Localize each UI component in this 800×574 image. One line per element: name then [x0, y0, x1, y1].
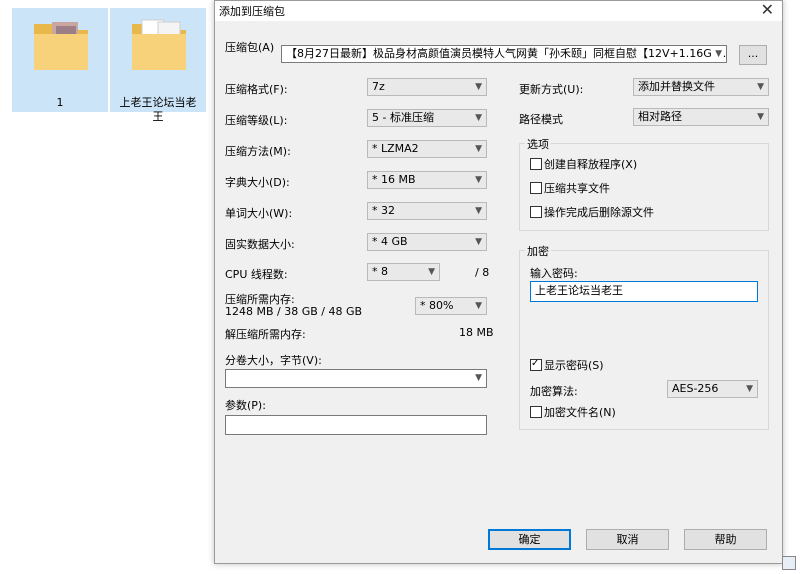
delete-label: 操作完成后删除源文件	[544, 206, 654, 219]
method-select[interactable]: * LZMA2 ▼	[367, 140, 487, 158]
params-label: 参数(P):	[225, 399, 266, 412]
decomp-label: 解压缩所需内存:	[225, 328, 306, 341]
cancel-button[interactable]: 取消	[586, 529, 669, 550]
format-select[interactable]: 7z ▼	[367, 78, 487, 96]
chevron-down-icon: ▼	[475, 373, 482, 383]
solid-select[interactable]: * 4 GB ▼	[367, 233, 487, 251]
dict-value: * 16 MB	[372, 173, 416, 186]
chevron-down-icon: ▼	[746, 384, 753, 394]
checkbox-box	[530, 357, 542, 371]
cpu-select[interactable]: * 8 ▼	[367, 263, 440, 281]
chevron-down-icon: ▼	[475, 82, 482, 92]
chevron-down-icon: ▼	[757, 112, 764, 122]
folder-label: 1	[56, 96, 64, 109]
enc-method-label: 加密算法:	[530, 385, 578, 398]
word-select[interactable]: * 32 ▼	[367, 202, 487, 220]
update-select[interactable]: 添加并替换文件 ▼	[633, 78, 769, 96]
show-password-label: 显示密码(S)	[544, 359, 604, 372]
checkbox-box	[530, 182, 542, 194]
encrypt-names-label: 加密文件名(N)	[544, 406, 616, 419]
desktop-folder-1[interactable]: 1	[12, 8, 108, 112]
chevron-down-icon: ▼	[475, 237, 482, 247]
split-label: 分卷大小，字节(V):	[225, 354, 322, 367]
level-select[interactable]: 5 - 标准压缩 ▼	[367, 109, 487, 127]
add-to-archive-dialog: 添加到压缩包 ✕ 压缩包(A) 【8月27日最新】极品身材高颜值演员模特人气网黄…	[214, 0, 783, 564]
word-label: 单词大小(W):	[225, 207, 293, 220]
title-bar: 添加到压缩包 ✕	[215, 0, 782, 21]
path-value: 相对路径	[638, 110, 682, 123]
word-value: * 32	[372, 204, 395, 217]
shared-checkbox[interactable]: 压缩共享文件	[530, 182, 610, 196]
cpu-label: CPU 线程数:	[225, 268, 288, 281]
resize-grip-icon[interactable]	[782, 556, 796, 570]
browse-button[interactable]: ...	[739, 45, 767, 65]
format-label: 压缩格式(F):	[225, 83, 288, 96]
path-select[interactable]: 相对路径 ▼	[633, 108, 769, 126]
dict-label: 字典大小(D):	[225, 176, 290, 189]
chevron-down-icon: ▼	[475, 206, 482, 216]
archive-label: 压缩包(A)	[225, 41, 275, 54]
chevron-down-icon: ▼	[475, 144, 482, 154]
chevron-down-icon: ▼	[475, 175, 482, 185]
split-size-combo[interactable]: ▼	[225, 369, 487, 388]
enc-method-value: AES-256	[672, 382, 719, 395]
method-value: * LZMA2	[372, 142, 419, 155]
chevron-down-icon: ▼	[712, 46, 722, 62]
sfx-checkbox[interactable]: 创建自释放程序(X)	[530, 158, 637, 172]
dict-select[interactable]: * 16 MB ▼	[367, 171, 487, 189]
mem-select[interactable]: * 80% ▼	[415, 297, 487, 315]
checkbox-box	[530, 206, 542, 218]
solid-label: 固实数据大小:	[225, 238, 295, 251]
encrypt-names-checkbox[interactable]: 加密文件名(N)	[530, 406, 616, 420]
help-button[interactable]: 帮助	[684, 529, 767, 550]
level-value: 5 - 标准压缩	[372, 111, 434, 124]
checkbox-box	[530, 158, 542, 170]
decomp-value: 18 MB	[459, 326, 494, 339]
enc-method-select[interactable]: AES-256 ▼	[667, 380, 758, 398]
close-icon[interactable]: ✕	[761, 0, 774, 19]
update-label: 更新方式(U):	[519, 83, 584, 96]
options-title: 选项	[525, 136, 551, 152]
archive-path-value: 【8月27日最新】极品身材高颜值演员模特人气网黄「孙禾颐」同框自慰【12V+1.…	[286, 47, 727, 60]
delete-checkbox[interactable]: 操作完成后删除源文件	[530, 206, 654, 220]
encryption-title: 加密	[525, 243, 551, 259]
level-label: 压缩等级(L):	[225, 114, 288, 127]
chevron-down-icon: ▼	[757, 82, 764, 92]
chevron-down-icon: ▼	[428, 267, 435, 277]
chevron-down-icon: ▼	[475, 301, 482, 311]
format-value: 7z	[372, 80, 385, 93]
desktop-folder-2[interactable]: 上老王论坛当老 王	[110, 8, 206, 123]
cpu-value: * 8	[372, 265, 388, 278]
folder-label: 上老王论坛当老 王	[119, 96, 197, 123]
cpu-total: / 8	[475, 266, 490, 279]
mem-value: * 80%	[420, 299, 454, 312]
password-label: 输入密码:	[530, 267, 578, 280]
path-label: 路径模式	[519, 113, 563, 126]
solid-value: * 4 GB	[372, 235, 408, 248]
dialog-title: 添加到压缩包	[219, 5, 285, 18]
archive-path-combo[interactable]: 【8月27日最新】极品身材高颜值演员模特人气网黄「孙禾颐」同框自慰【12V+1.…	[281, 45, 727, 63]
folder-icon	[34, 22, 88, 70]
chevron-down-icon: ▼	[475, 113, 482, 123]
method-label: 压缩方法(M):	[225, 145, 291, 158]
update-value: 添加并替换文件	[638, 80, 715, 93]
sfx-label: 创建自释放程序(X)	[544, 158, 638, 171]
params-input[interactable]	[225, 415, 487, 435]
folder-icon	[132, 19, 186, 70]
mem-detail: 1248 MB / 38 GB / 48 GB	[225, 305, 363, 318]
shared-label: 压缩共享文件	[544, 182, 610, 195]
password-input[interactable]: 上老王论坛当老王	[530, 281, 758, 302]
show-password-checkbox[interactable]: 显示密码(S)	[530, 357, 604, 373]
checkbox-box	[530, 406, 542, 418]
ok-button[interactable]: 确定	[488, 529, 571, 550]
